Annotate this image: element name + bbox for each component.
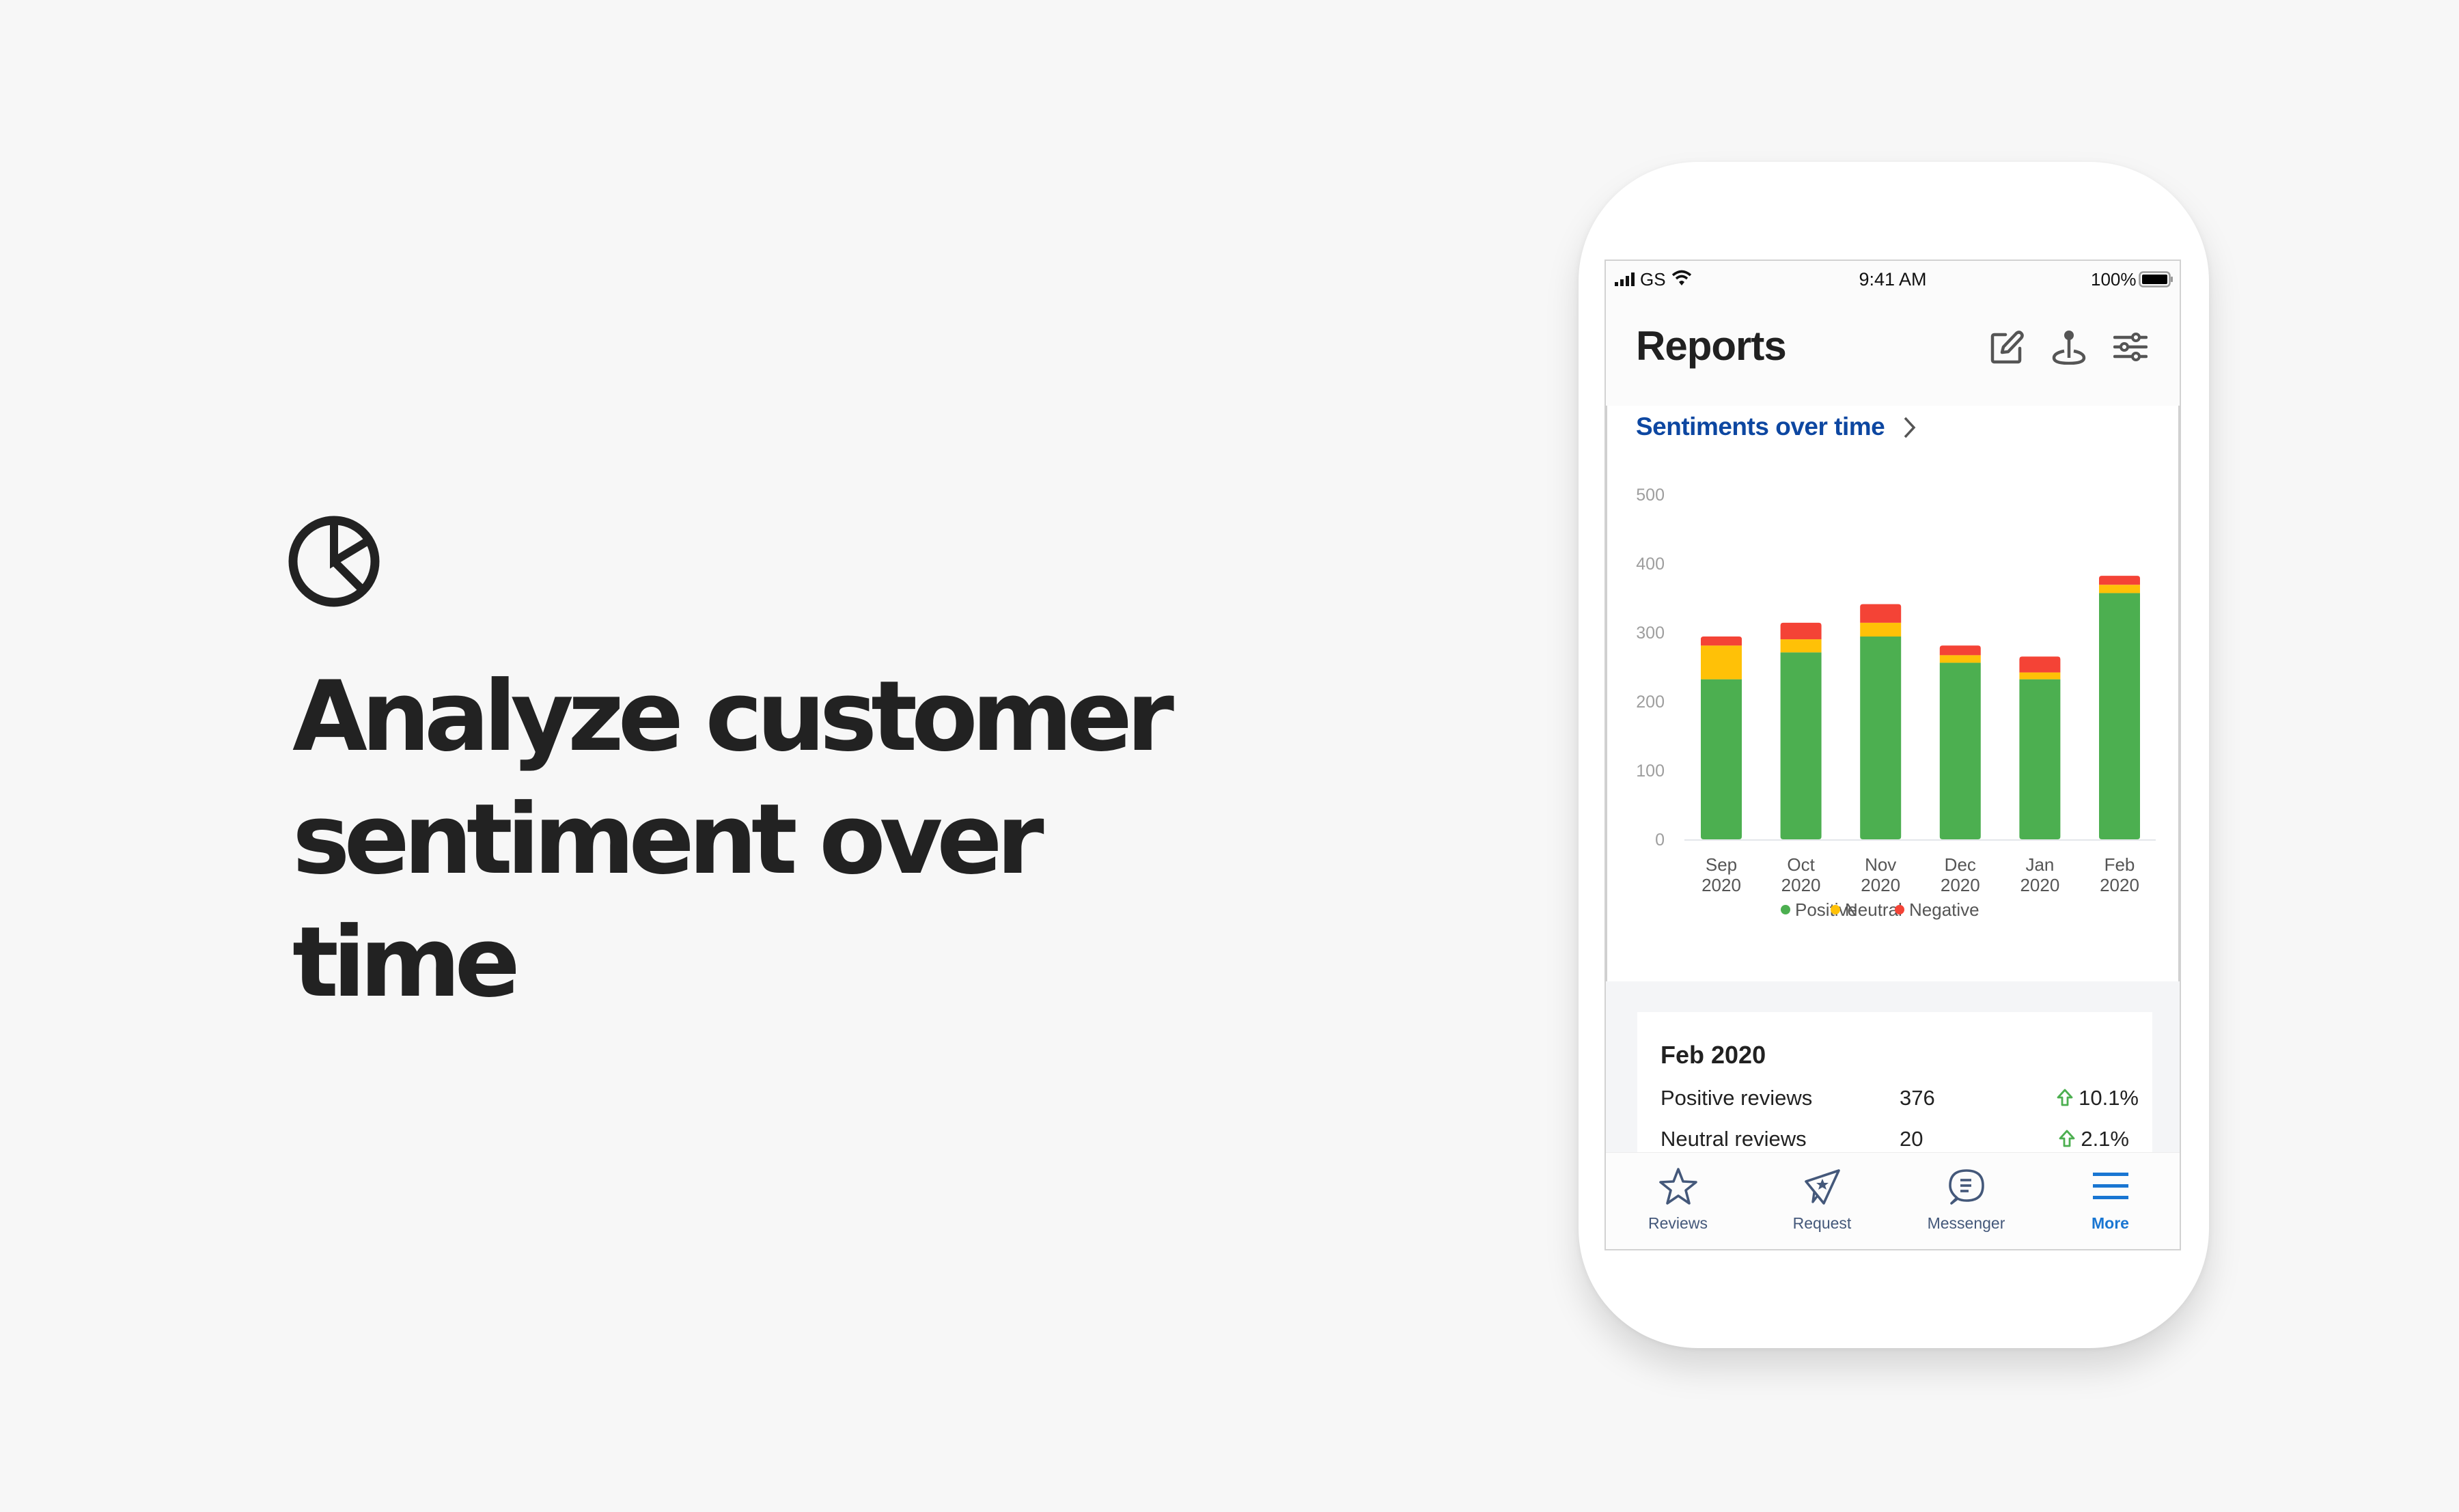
x-tick-label: Jan — [2025, 854, 2054, 875]
location-pin-icon[interactable] — [2052, 329, 2086, 365]
star-icon — [1659, 1168, 1697, 1205]
battery-percent: 100% — [2091, 269, 2137, 290]
tab-messenger[interactable]: Messenger — [1894, 1153, 2038, 1249]
bar-segment-positive — [1701, 679, 1742, 839]
tab-label: Reviews — [1648, 1214, 1708, 1232]
row-value: 20 — [1900, 1127, 1923, 1151]
row-change-value: 10.1% — [2079, 1086, 2139, 1110]
trend-up-icon — [2059, 1130, 2075, 1147]
tab-request[interactable]: Request — [1750, 1153, 1894, 1249]
x-tick-label: 2020 — [2020, 875, 2059, 895]
bar-segment-neutral — [1780, 639, 1822, 653]
tab-label: Request — [1792, 1214, 1852, 1232]
chat-bubble-icon — [1949, 1169, 1984, 1205]
legend-dot-icon — [1895, 905, 1904, 914]
headline: Analyze customer sentiment over time — [292, 656, 1249, 1024]
x-tick-label: 2020 — [1861, 875, 1900, 895]
legend-label: Neutral — [1845, 899, 1902, 920]
bar-stack[interactable] — [2019, 656, 2061, 839]
bar-segment-neutral — [2099, 585, 2140, 593]
y-tick-label: 300 — [1636, 624, 1665, 643]
x-tick-label: Sep — [1706, 854, 1737, 875]
row-value: 376 — [1900, 1086, 1935, 1110]
y-tick-label: 0 — [1655, 830, 1665, 850]
y-tick-label: 100 — [1636, 761, 1665, 781]
row-label: Neutral reviews — [1661, 1127, 1807, 1151]
paper-plane-star-icon — [1805, 1169, 1840, 1205]
x-tick-label: Dec — [1945, 854, 1976, 875]
trend-up-icon — [2057, 1089, 2073, 1106]
bar-segment-neutral — [1939, 655, 1981, 663]
x-axis-labels: Sep2020Oct2020Nov2020Dec2020Jan2020Feb20… — [1701, 854, 2139, 895]
bar-segment-positive — [1939, 662, 1981, 839]
legend-dot-icon — [1831, 905, 1840, 914]
bar-segment-positive — [1780, 652, 1822, 839]
summary-row: Positive reviews 376 10.1% — [1661, 1086, 2139, 1113]
bar-segment-negative — [1701, 636, 1742, 646]
bars — [1701, 576, 2140, 839]
headline-line-1: Analyze customer — [292, 660, 1174, 773]
summary-title: Feb 2020 — [1661, 1041, 1766, 1069]
bar-segment-negative — [1860, 604, 1902, 623]
row-change: 2.1% — [2016, 1127, 2129, 1151]
sliders-icon[interactable] — [2113, 329, 2148, 365]
x-tick-label: 2020 — [1781, 875, 1821, 895]
sentiment-chart: 0100200300400500 Sep2020Oct2020Nov2020De… — [1636, 486, 2156, 920]
phone-screen: GS 9:41 AM 100% Reports Sentiments over … — [1604, 260, 2181, 1250]
chevron-right-icon[interactable] — [1901, 414, 1919, 441]
y-tick-label: 500 — [1636, 486, 1665, 505]
bar-segment-negative — [2099, 576, 2140, 585]
pie-chart-icon — [288, 516, 380, 607]
x-tick-label: Nov — [1865, 854, 1896, 875]
bar-segment-negative — [2019, 656, 2061, 673]
x-tick-label: 2020 — [2100, 875, 2139, 895]
tab-label: Messenger — [1927, 1214, 2005, 1232]
bar-segment-positive — [2099, 593, 2140, 839]
battery-icon — [2139, 271, 2173, 288]
row-change: 10.1% — [2016, 1086, 2139, 1110]
bar-segment-neutral — [1701, 645, 1742, 680]
row-change-value: 2.1% — [2081, 1127, 2129, 1151]
headline-line-2: sentiment over time — [292, 783, 1044, 1019]
tab-more[interactable]: More — [2038, 1153, 2180, 1249]
edit-icon[interactable] — [1990, 329, 2025, 365]
page-title: Reports — [1636, 323, 1787, 369]
bar-segment-neutral — [1860, 622, 1902, 637]
bar-stack[interactable] — [1701, 636, 1742, 839]
y-axis-ticks: 0 100 200 300 400 500 — [1636, 486, 1665, 850]
x-tick-label: Feb — [2104, 854, 2135, 875]
y-tick-label: 400 — [1636, 555, 1665, 574]
row-label: Positive reviews — [1661, 1086, 1813, 1110]
chart-legend: PositiveNeutral Negative — [1781, 899, 1979, 920]
tab-bar: Reviews Request Messenger More — [1606, 1152, 2180, 1249]
section-title-link[interactable]: Sentiments over time — [1636, 412, 1885, 441]
bar-segment-positive — [1860, 636, 1902, 839]
bar-segment-negative — [1780, 622, 1822, 640]
menu-icon — [2093, 1173, 2128, 1199]
legend-label: Negative — [1909, 899, 1979, 920]
legend-item: Negative — [1895, 899, 1979, 920]
y-tick-label: 200 — [1636, 692, 1665, 712]
bar-stack[interactable] — [1780, 622, 1822, 839]
bar-segment-neutral — [2019, 672, 2061, 680]
summary-row: Neutral reviews 20 2.1% — [1661, 1127, 2139, 1154]
bar-stack[interactable] — [2099, 576, 2140, 839]
bar-stack[interactable] — [1860, 604, 1902, 839]
bar-stack[interactable] — [1939, 645, 1981, 839]
tab-label: More — [2092, 1214, 2129, 1232]
x-tick-label: 2020 — [1941, 875, 1980, 895]
tab-reviews[interactable]: Reviews — [1606, 1153, 1750, 1249]
bar-segment-positive — [2019, 679, 2061, 839]
x-tick-label: 2020 — [1701, 875, 1741, 895]
bar-segment-negative — [1939, 645, 1981, 656]
x-tick-label: Oct — [1787, 854, 1815, 875]
legend-dot-icon — [1781, 905, 1790, 914]
summary-card[interactable]: Feb 2020 Positive reviews 376 10.1% Neut… — [1637, 1012, 2152, 1176]
